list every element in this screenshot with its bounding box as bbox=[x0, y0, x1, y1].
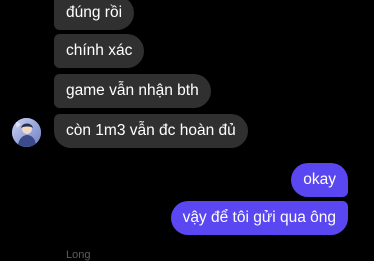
outgoing-message[interactable]: vậy để tôi gửi qua ông bbox=[170, 201, 348, 235]
incoming-message[interactable]: game vẫn nhận bth bbox=[54, 74, 211, 108]
outgoing-message[interactable]: okay bbox=[291, 163, 348, 197]
contact-name-label: Long bbox=[66, 249, 91, 261]
sender-avatar[interactable] bbox=[12, 118, 41, 147]
incoming-message[interactable]: chính xác bbox=[54, 34, 145, 68]
incoming-message[interactable]: đúng rồi bbox=[54, 0, 135, 30]
user-avatar-icon bbox=[12, 118, 41, 147]
incoming-message[interactable]: còn 1m3 vẫn đc hoàn đủ bbox=[54, 114, 248, 148]
